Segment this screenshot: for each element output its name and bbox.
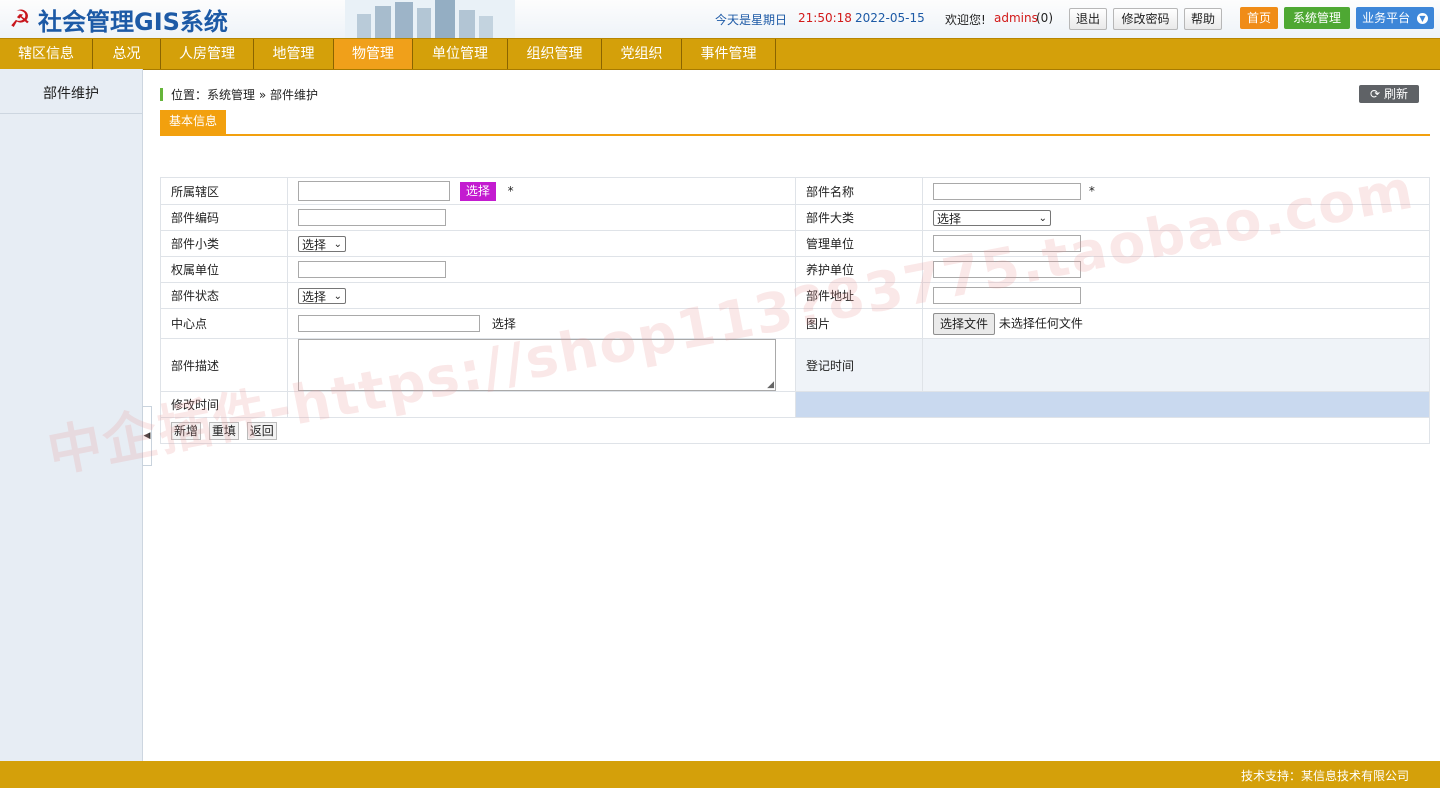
nav-item-organization[interactable]: 组织管理 xyxy=(508,39,602,69)
business-platform-dropdown[interactable]: 业务平台 ▼ xyxy=(1356,7,1434,29)
minor-category-value: 选择 xyxy=(302,237,327,252)
add-button[interactable]: 新增 xyxy=(171,421,202,440)
back-button[interactable]: 返回 xyxy=(246,421,277,440)
clock-time: 21:50:18 xyxy=(798,11,852,25)
change-password-button[interactable]: 修改密码 xyxy=(1113,8,1178,30)
breadcrumb-text: 位置：系统管理 » 部件维护 xyxy=(171,88,318,102)
nav-item-events[interactable]: 事件管理 xyxy=(682,39,776,69)
system-manage-button[interactable]: 系统管理 xyxy=(1284,7,1350,29)
tab-underline xyxy=(160,134,1430,136)
nav-item-land[interactable]: 地管理 xyxy=(254,39,334,69)
description-textarea[interactable]: ◢ xyxy=(298,339,776,391)
status-select[interactable]: 选择 ⌄ xyxy=(298,287,346,304)
minor-category-select[interactable]: 选择 ⌄ xyxy=(298,235,346,252)
center-point-label: 中心点 xyxy=(160,308,288,339)
business-platform-label: 业务平台 xyxy=(1362,11,1411,25)
chevron-down-icon: ⌄ xyxy=(1038,212,1047,224)
district-label: 所属辖区 xyxy=(160,177,288,205)
welcome-label: 欢迎您! xyxy=(945,13,986,27)
app-logo: ☭ 社会管理GIS系统 xyxy=(6,4,228,36)
chevron-down-icon: ▼ xyxy=(1416,13,1428,24)
major-category-value: 选择 xyxy=(937,211,962,226)
weekday-label: 今天是星期日 xyxy=(715,13,788,27)
sidebar-item-part-maintenance[interactable]: 部件维护 xyxy=(0,69,142,114)
part-code-input[interactable] xyxy=(298,209,446,226)
username-link[interactable]: admins xyxy=(994,11,1038,25)
header: ☭ 社会管理GIS系统 今天是星期日 21:50:18 2022-05-15 欢… xyxy=(0,0,1440,38)
help-button[interactable]: 帮助 xyxy=(1184,8,1222,30)
home-button[interactable]: 首页 xyxy=(1240,7,1278,29)
reset-button[interactable]: 重填 xyxy=(208,421,239,440)
owner-unit-input[interactable] xyxy=(298,261,446,278)
refresh-button[interactable]: ⟳ 刷新 xyxy=(1359,85,1419,103)
center-point-input[interactable] xyxy=(298,315,480,332)
nav-item-object[interactable]: 物管理 xyxy=(334,39,413,69)
main-nav: 辖区信息 总况 人房管理 地管理 物管理 单位管理 组织管理 党组织 事件管理 xyxy=(0,38,1440,70)
chevron-down-icon: ⌄ xyxy=(333,238,342,250)
sidebar-collapse-handle[interactable]: ◀ xyxy=(142,406,152,466)
nav-item-party[interactable]: 党组织 xyxy=(602,39,682,69)
party-emblem-icon: ☭ xyxy=(9,5,31,33)
resize-grip-icon[interactable]: ◢ xyxy=(767,380,774,390)
chevron-down-icon: ⌄ xyxy=(333,290,342,302)
required-mark: * xyxy=(1088,183,1095,198)
owner-unit-label: 权属单位 xyxy=(160,256,288,283)
center-point-pick-button[interactable]: 选择 xyxy=(490,316,518,332)
part-form: 所属辖区 选择 * 部件名称 * 部件编码 部件大类 选择 ⌄ 部件小类 选择 ⌄ … xyxy=(160,177,1430,444)
register-time-value xyxy=(922,338,1430,392)
buildings-banner-icon xyxy=(345,0,515,38)
part-name-input[interactable] xyxy=(933,182,1081,200)
file-status-text: 未选择任何文件 xyxy=(998,316,1083,330)
current-date: 2022-05-15 xyxy=(855,11,925,25)
message-count: (0) xyxy=(1036,11,1053,25)
nav-item-overview[interactable]: 总况 xyxy=(93,39,161,69)
manage-unit-label: 管理单位 xyxy=(795,230,923,257)
refresh-label: 刷新 xyxy=(1383,87,1408,101)
address-label: 部件地址 xyxy=(795,282,923,309)
modify-time-value xyxy=(287,391,796,418)
description-label: 部件描述 xyxy=(160,338,288,392)
logout-button[interactable]: 退出 xyxy=(1069,8,1107,30)
breadcrumb: 位置：系统管理 » 部件维护 xyxy=(160,86,318,104)
required-mark: * xyxy=(507,183,514,198)
address-input[interactable] xyxy=(933,287,1081,304)
app-title: 社会管理GIS系统 xyxy=(38,7,228,36)
picture-label: 图片 xyxy=(795,308,923,339)
modify-time-label: 修改时间 xyxy=(160,391,288,418)
register-time-label: 登记时间 xyxy=(795,338,923,392)
maintain-unit-label: 养护单位 xyxy=(795,256,923,283)
form-actions: 新增 重填 返回 xyxy=(160,417,1430,444)
major-category-label: 部件大类 xyxy=(795,204,923,231)
major-category-select[interactable]: 选择 ⌄ xyxy=(933,209,1051,226)
minor-category-label: 部件小类 xyxy=(160,230,288,257)
choose-file-button[interactable]: 选择文件 xyxy=(933,312,996,335)
district-pick-button[interactable]: 选择 xyxy=(459,181,496,201)
part-name-label: 部件名称 xyxy=(795,177,923,205)
refresh-icon: ⟳ xyxy=(1370,87,1381,101)
part-code-label: 部件编码 xyxy=(160,204,288,231)
status-value: 选择 xyxy=(302,289,327,304)
empty-cell xyxy=(795,391,1430,418)
district-input[interactable] xyxy=(298,181,450,201)
status-label: 部件状态 xyxy=(160,282,288,309)
maintain-unit-input[interactable] xyxy=(933,261,1081,278)
tab-basic-info[interactable]: 基本信息 xyxy=(160,110,226,134)
nav-item-district[interactable]: 辖区信息 xyxy=(0,39,93,69)
footer: 技术支持：某信息技术有限公司 xyxy=(0,761,1440,788)
nav-item-people-housing[interactable]: 人房管理 xyxy=(161,39,254,69)
breadcrumb-marker-icon xyxy=(160,88,163,101)
nav-item-unit[interactable]: 单位管理 xyxy=(413,39,508,69)
manage-unit-input[interactable] xyxy=(933,235,1081,252)
chevron-left-icon: ◀ xyxy=(143,431,151,441)
sidebar: 部件维护 xyxy=(0,69,143,761)
footer-support-text: 技术支持：某信息技术有限公司 xyxy=(1240,769,1409,783)
